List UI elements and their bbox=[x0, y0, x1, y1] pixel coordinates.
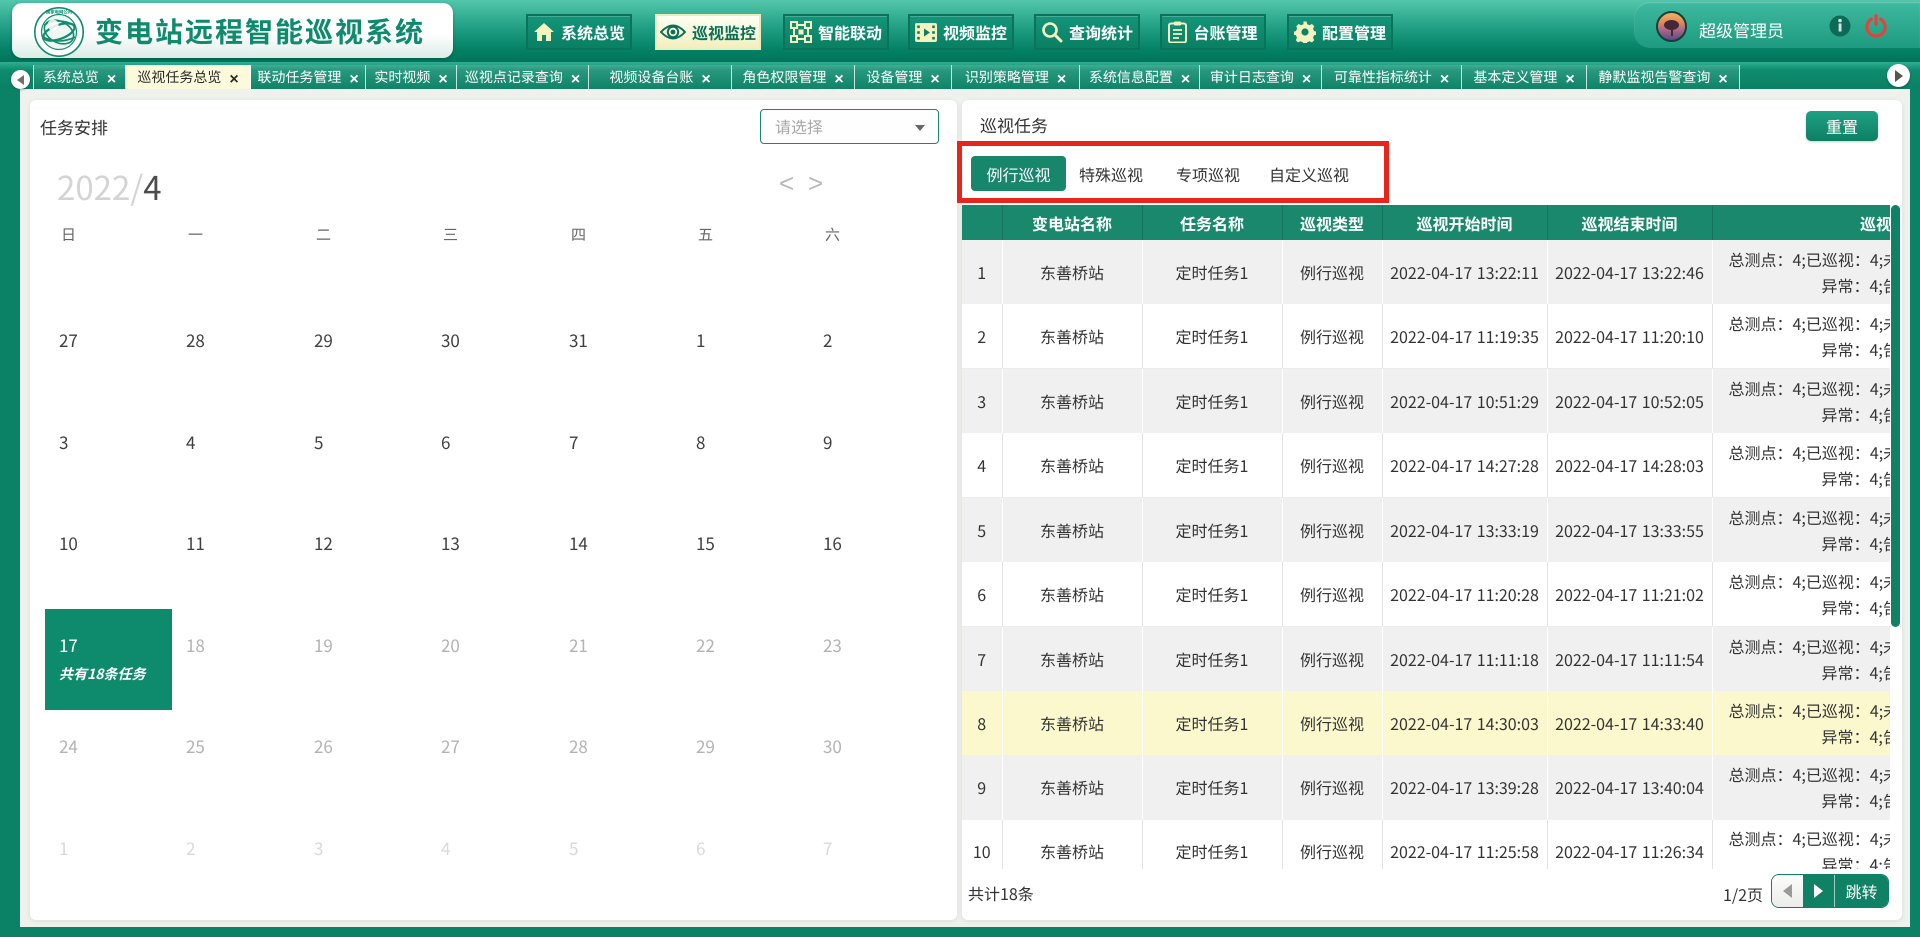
svg-text:国家电网公司: 国家电网公司 bbox=[46, 10, 72, 16]
